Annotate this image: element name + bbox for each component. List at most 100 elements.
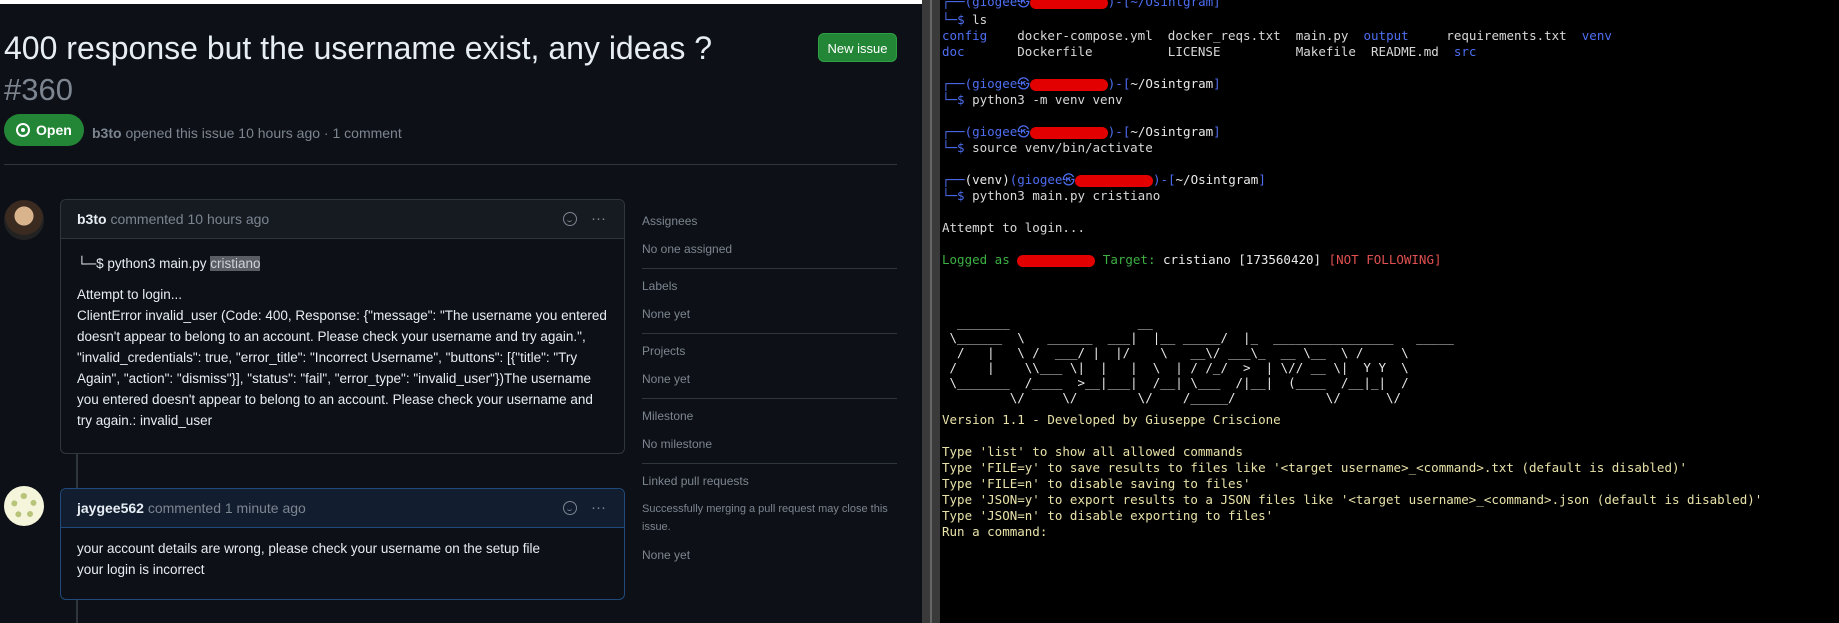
more-options-icon[interactable]: ··· (591, 489, 606, 527)
avatar[interactable] (4, 486, 44, 526)
ls-output-row: doc Dockerfile LICENSE Makefile README.m… (942, 44, 1476, 60)
redaction-mark (1074, 174, 1153, 187)
issue-meta: b3to opened this issue 10 hours ago · 1 … (92, 125, 402, 141)
terminal-user: giogee (1017, 172, 1063, 187)
terminal-command: ls (972, 12, 988, 27)
terminal-line: ┌──(giogee㉿)-[~/Osintgram] (942, 0, 1221, 10)
ls-entry: Makefile (1295, 44, 1356, 59)
sidebar-label[interactable]: Milestone (642, 409, 897, 423)
issue-number: #360 (4, 72, 73, 107)
terminal-pane[interactable]: ┌──(giogee㉿)-[~/Osintgram] └─$ ls config… (940, 0, 1839, 623)
help-line: Type 'list' to show all allowed commands (942, 444, 1244, 459)
issue-sidebar: Assignees No one assigned Labels None ye… (642, 214, 897, 564)
terminal-command: python3 -m venv venv (972, 92, 1123, 107)
help-line: Type 'FILE=y' to save results to files l… (942, 460, 1688, 475)
ls-entry: docker-compose.yml (1017, 28, 1153, 43)
ls-entry: config (942, 28, 988, 43)
sidebar-label[interactable]: Assignees (642, 214, 897, 228)
terminal-line: └─$ python3 main.py cristiano (942, 188, 1161, 203)
ls-output-row: config docker-compose.yml docker_reqs.tx… (942, 28, 1612, 44)
sidebar-label[interactable]: Linked pull requests (642, 474, 897, 488)
issue-open-icon (16, 123, 30, 137)
terminal-venv: (venv) (964, 172, 1010, 187)
divider-line (930, 0, 932, 623)
target-label: Target: (1102, 252, 1156, 267)
more-options-icon[interactable]: ··· (591, 200, 606, 238)
sidebar-label[interactable]: Labels (642, 279, 897, 293)
terminal-user: giogee (972, 124, 1018, 139)
redaction-mark (1029, 0, 1108, 9)
sidebar-label[interactable]: Projects (642, 344, 897, 358)
redaction-mark (1017, 254, 1096, 267)
help-line: Type 'JSON=n' to disable exporting to fi… (942, 508, 1274, 523)
reaction-icon[interactable] (563, 212, 577, 226)
comment-author-link[interactable]: b3to (77, 211, 107, 227)
terminal-command: python3 main.py cristiano (972, 188, 1161, 203)
terminal-prompt[interactable]: Run a command: (942, 524, 1047, 540)
terminal-line: ┌──(giogee㉿)-[~/Osintgram] (942, 76, 1221, 91)
comment-header: b3to commented 10 hours ago ··· (61, 200, 624, 239)
terminal-line: └─$ source venv/bin/activate (942, 140, 1153, 155)
sidebar-value: None yet (642, 307, 691, 321)
ascii-logo: _______ __ \______ \ ______ ___| |__ ___… (949, 315, 1454, 405)
sidebar-value: No one assigned (642, 242, 733, 256)
terminal-login-line: Logged as Target: cristiano [173560420] … (942, 252, 1442, 268)
reaction-icon[interactable] (563, 501, 577, 515)
sidebar-linked-prs[interactable]: Linked pull requests Successfully mergin… (642, 474, 897, 562)
logged-as-label: Logged as (942, 252, 1010, 267)
sidebar-labels[interactable]: Labels None yet (642, 279, 897, 334)
terminal-user: giogee (972, 76, 1018, 91)
sidebar-milestone[interactable]: Milestone No milestone (642, 409, 897, 464)
redaction-mark (1029, 78, 1108, 91)
split-divider[interactable] (922, 0, 940, 623)
ls-entry: requirements.txt (1446, 28, 1567, 43)
sidebar-assignees[interactable]: Assignees No one assigned (642, 214, 897, 269)
comment-command-arg: cristiano (210, 256, 261, 271)
terminal-path: ~/Osintgram (1130, 0, 1214, 9)
issue-author-link[interactable]: b3to (92, 125, 122, 141)
status-label: Open (36, 122, 72, 138)
terminal-line: ┌──(giogee㉿)-[~/Osintgram] (942, 124, 1221, 139)
version-line: Version 1.1 - Developed by Giuseppe Cris… (942, 412, 1281, 427)
terminal-path: ~/Osintgram (1130, 76, 1214, 91)
target-name: cristiano (1163, 252, 1231, 267)
comment-line: your account details are wrong, please c… (77, 541, 541, 556)
issue-title: 400 response but the username exist, any… (4, 30, 712, 66)
sidebar-value: None yet (642, 372, 691, 386)
terminal-line: └─$ python3 -m venv venv (942, 92, 1123, 107)
terminal-path: ~/Osintgram (1175, 172, 1259, 187)
comment-header: jaygee562 commented 1 minute ago ··· (61, 489, 624, 528)
ls-entry: README.md (1371, 44, 1439, 59)
ls-entry: output (1363, 28, 1409, 43)
status-badge: Open (4, 114, 84, 146)
sidebar-projects[interactable]: Projects None yet (642, 344, 897, 399)
sidebar-value: None yet (642, 548, 691, 562)
header-divider (4, 164, 897, 165)
ls-entry: doc (942, 44, 965, 59)
comment-time: commented 1 minute ago (147, 500, 306, 516)
ls-entry: src (1453, 44, 1477, 59)
comment-command: └─$ python3 main.py (77, 256, 211, 271)
comment-author-link[interactable]: jaygee562 (77, 500, 144, 516)
comment-box: b3to commented 10 hours ago ··· └─$ pyth… (60, 199, 625, 454)
ls-entry: docker_reqs.txt (1167, 28, 1281, 43)
ls-entry: LICENSE (1167, 44, 1221, 59)
comment-body: your account details are wrong, please c… (61, 528, 624, 590)
avatar-pattern-icon (11, 493, 37, 519)
new-issue-button[interactable]: New issue (818, 33, 897, 62)
sidebar-desc: Successfully merging a pull request may … (642, 503, 888, 533)
terminal-command: source venv/bin/activate (972, 140, 1153, 155)
help-line: Type 'JSON=y' to export results to a JSO… (942, 492, 1763, 507)
issue-meta-text: opened this issue 10 hours ago · 1 comme… (125, 125, 402, 141)
avatar[interactable] (4, 200, 44, 240)
comment-line: your login is incorrect (77, 562, 205, 577)
target-id: [173560420] (1238, 252, 1322, 267)
comment-line: Attempt to login... (77, 287, 183, 302)
comment-body: └─$ python3 main.py cristiano Attempt to… (61, 239, 624, 441)
comment-box: jaygee562 commented 1 minute ago ··· you… (60, 488, 625, 600)
ls-entry: Dockerfile (1017, 44, 1093, 59)
ls-entry: main.py (1295, 28, 1349, 43)
github-issue-pane: 400 response but the username exist, any… (0, 4, 922, 623)
redaction-mark (1029, 126, 1108, 139)
terminal-line: ┌──(venv)(giogee㉿)-[~/Osintgram] (942, 172, 1266, 187)
